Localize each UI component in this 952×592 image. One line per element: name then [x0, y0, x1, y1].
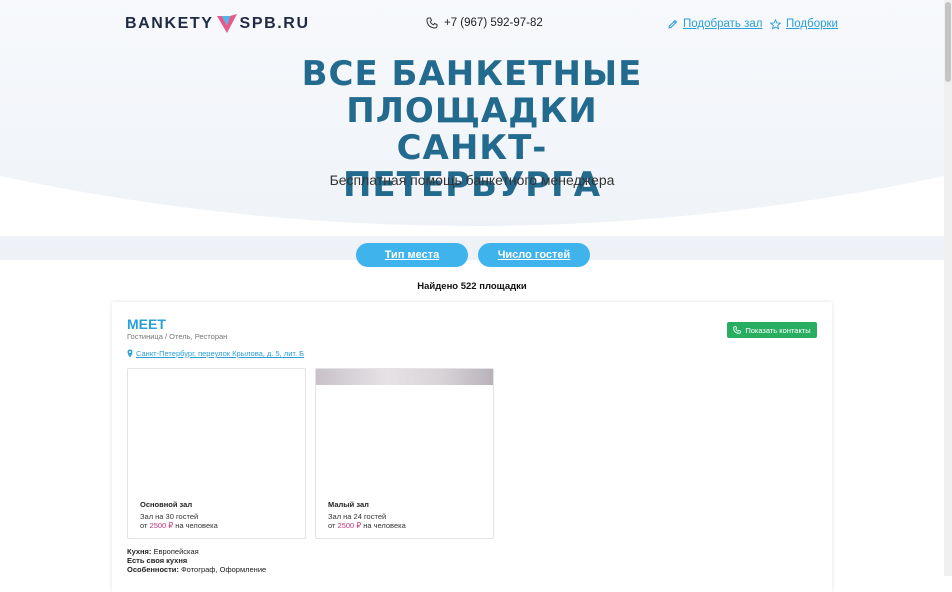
hall-capacity: Зал на 30 гостей	[140, 512, 199, 521]
feature-label: Кухня:	[127, 547, 152, 556]
price-value: 2500 ₽	[149, 521, 174, 530]
results-count: Найдено 522 площадки	[417, 281, 527, 292]
hero-title-line: ВСЕ БАНКЕТНЫЕ	[301, 54, 643, 94]
filter-venue-type-button[interactable]: Тип места	[356, 243, 468, 267]
nav-choose-hall-link[interactable]: Подобрать зал	[667, 18, 762, 30]
hall-price: от 2500 ₽ на человека	[328, 521, 406, 530]
phone-icon	[733, 326, 742, 334]
nav-collections-link[interactable]: Подборки	[770, 18, 838, 30]
venue-card: MEET Гостиница / Отель, Ресторан Санкт-П…	[112, 302, 832, 592]
venue-address: Санкт-Петербург, переулок Крылова, д. 5,…	[136, 349, 305, 358]
feature-cuisine: Кухня: Европейская	[127, 547, 199, 556]
feature-label: Есть своя кухня	[127, 556, 188, 565]
feature-specials: Особенности: Фотограф, Оформление	[127, 565, 266, 574]
price-prefix: от	[328, 521, 336, 530]
show-contacts-label: Показать контакты	[745, 325, 811, 335]
nav-collections-label: Подборки	[786, 18, 838, 30]
pencil-icon	[668, 19, 678, 29]
hall-photo[interactable]	[316, 369, 493, 385]
hall-price: от 2500 ₽ на человека	[140, 521, 218, 530]
price-value: 2500 ₽	[337, 521, 362, 530]
hall-card[interactable]: Основной зал Зал на 30 гостей от 2500 ₽ …	[127, 368, 306, 539]
phone-number: +7 (967) 592-97-82	[444, 17, 543, 29]
logo-text-right: SPB.RU	[239, 15, 310, 32]
show-contacts-button[interactable]: Показать контакты	[727, 322, 817, 338]
phone-icon	[426, 17, 438, 29]
venue-type: Гостиница / Отель, Ресторан	[127, 332, 228, 341]
hall-card[interactable]: Малый зал Зал на 24 гостей от 2500 ₽ на …	[315, 368, 494, 539]
map-pin-icon	[127, 349, 133, 358]
nav-choose-hall-label: Подобрать зал	[683, 18, 763, 30]
feature-label: Особенности:	[127, 565, 179, 574]
hall-name: Малый зал	[328, 500, 369, 509]
price-suffix: на человека	[363, 521, 406, 530]
hero-subtitle: Бесплатная помощь банкетного менеджера	[329, 172, 615, 188]
feature-own-kitchen: Есть своя кухня	[127, 556, 187, 565]
hero-title-line: ПЛОЩАДКИ САНКТ-	[346, 91, 598, 168]
filter-guest-count-button[interactable]: Число гостей	[478, 243, 590, 267]
venue-address-link[interactable]: Санкт-Петербург, переулок Крылова, д. 5,…	[127, 349, 304, 358]
header-phone[interactable]: +7 (967) 592-97-82	[426, 17, 543, 29]
venue-name-link[interactable]: MEET	[127, 316, 166, 332]
price-suffix: на человека	[175, 521, 218, 530]
scrollbar-thumb[interactable]	[945, 2, 951, 82]
feature-value: Фотограф, Оформление	[180, 565, 267, 574]
star-icon	[770, 18, 781, 30]
feature-value: Европейская	[153, 547, 199, 556]
hall-name: Основной зал	[140, 500, 193, 509]
hall-capacity: Зал на 24 гостей	[328, 512, 387, 521]
logo-check-icon	[216, 14, 237, 33]
site-logo[interactable]: BANKETY SPB.RU	[125, 13, 310, 35]
price-prefix: от	[140, 521, 148, 530]
page-scrollbar[interactable]	[944, 0, 952, 576]
logo-text-left: BANKETY	[125, 15, 214, 32]
